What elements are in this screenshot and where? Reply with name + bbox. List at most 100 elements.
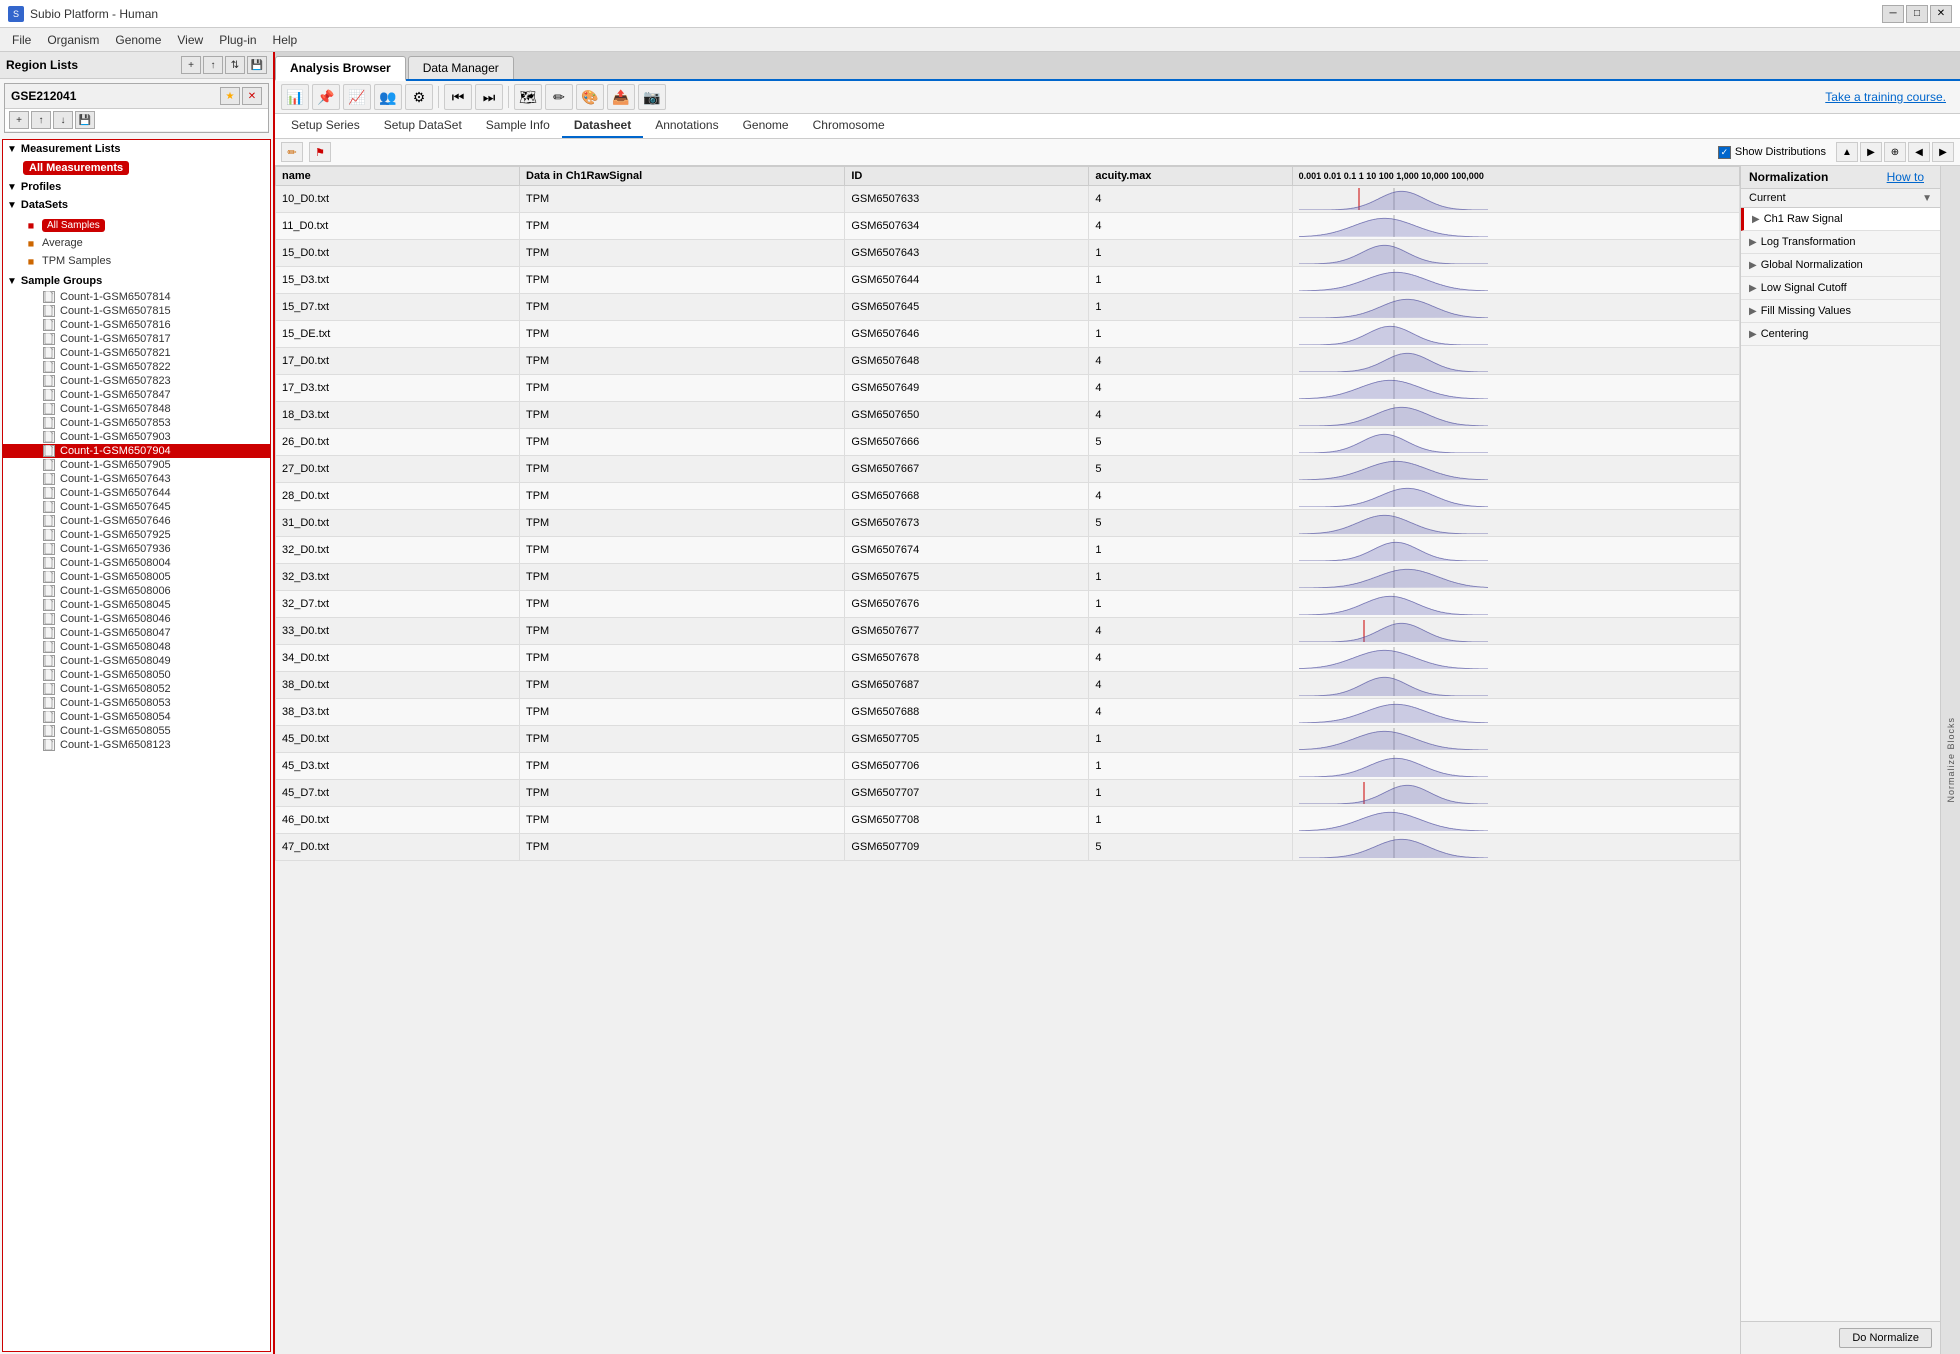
table-row[interactable]: 32_D0.txt TPM GSM6507674 1 xyxy=(276,537,1740,564)
gse-close-button[interactable]: ✕ xyxy=(242,87,262,105)
region-up-button[interactable]: ↑ xyxy=(203,56,223,74)
sample-item[interactable]: Count-1-GSM6507643 xyxy=(3,472,270,486)
table-row[interactable]: 31_D0.txt TPM GSM6507673 5 xyxy=(276,510,1740,537)
sample-item[interactable]: Count-1-GSM6507936 xyxy=(3,542,270,556)
table-row[interactable]: 32_D3.txt TPM GSM6507675 1 xyxy=(276,564,1740,591)
region-lists-toolbar[interactable]: + ↑ ⇅ 💾 xyxy=(181,56,267,74)
norm-dropdown[interactable]: ▼ xyxy=(1922,193,1932,204)
sample-item[interactable]: Count-1-GSM6508046 xyxy=(3,612,270,626)
howto-link[interactable]: Take a training course. xyxy=(1825,90,1954,104)
gse-down-btn[interactable]: ↓ xyxy=(53,111,73,129)
table-row[interactable]: 11_D0.txt TPM GSM6507634 4 xyxy=(276,213,1740,240)
table-row[interactable]: 15_D7.txt TPM GSM6507645 1 xyxy=(276,294,1740,321)
tab-data-manager[interactable]: Data Manager xyxy=(408,56,514,79)
menu-help[interactable]: Help xyxy=(265,31,306,49)
table-row[interactable]: 33_D0.txt TPM GSM6507677 4 xyxy=(276,618,1740,645)
sample-item[interactable]: Count-1-GSM6508055 xyxy=(3,724,270,738)
sample-item[interactable]: Count-1-GSM6508053 xyxy=(3,696,270,710)
average-item[interactable]: ◼ Average xyxy=(19,234,266,252)
toolbar-export-btn[interactable]: 📤 xyxy=(607,84,635,110)
gse-star-button[interactable]: ★ xyxy=(220,87,240,105)
toolbar-nav-first[interactable]: ⏮ xyxy=(444,84,472,110)
sample-item[interactable]: Count-1-GSM6507903 xyxy=(3,430,270,444)
dist-nav-right2[interactable]: ▶ xyxy=(1932,142,1954,162)
subtab-annotations[interactable]: Annotations xyxy=(643,114,730,138)
toolbar-analysis-btn[interactable]: 📊 xyxy=(281,84,309,110)
region-save-button[interactable]: 💾 xyxy=(247,56,267,74)
sample-item[interactable]: Count-1-GSM6508048 xyxy=(3,640,270,654)
do-normalize-button[interactable]: Do Normalize xyxy=(1839,1328,1932,1348)
sample-item[interactable]: Count-1-GSM6507646 xyxy=(3,514,270,528)
profiles-section[interactable]: ▼ Profiles xyxy=(3,178,270,196)
sample-item[interactable]: Count-1-GSM6507848 xyxy=(3,402,270,416)
dist-nav-up[interactable]: ▲ xyxy=(1836,142,1858,162)
edit-btn[interactable]: ✏ xyxy=(281,142,303,162)
norm-item[interactable]: ▶ Global Normalization xyxy=(1741,254,1940,277)
norm-howto-link[interactable]: How to xyxy=(1887,170,1932,184)
menu-organism[interactable]: Organism xyxy=(39,31,107,49)
sample-item[interactable]: Count-1-GSM6508047 xyxy=(3,626,270,640)
dist-nav-right[interactable]: ▶ xyxy=(1860,142,1882,162)
sample-item[interactable]: Count-1-GSM6507821 xyxy=(3,346,270,360)
sample-item[interactable]: Count-1-GSM6508049 xyxy=(3,654,270,668)
menu-genome[interactable]: Genome xyxy=(107,31,169,49)
sample-item[interactable]: Count-1-GSM6507817 xyxy=(3,332,270,346)
sample-item[interactable]: Count-1-GSM6507815 xyxy=(3,304,270,318)
subtab-chromosome[interactable]: Chromosome xyxy=(801,114,897,138)
menu-file[interactable]: File xyxy=(4,31,39,49)
table-row[interactable]: 38_D0.txt TPM GSM6507687 4 xyxy=(276,672,1740,699)
sample-item[interactable]: Count-1-GSM6508004 xyxy=(3,556,270,570)
region-add-button[interactable]: + xyxy=(181,56,201,74)
toolbar-chart-btn[interactable]: 📈 xyxy=(343,84,371,110)
table-row[interactable]: 45_D0.txt TPM GSM6507705 1 xyxy=(276,726,1740,753)
table-row[interactable]: 18_D3.txt TPM GSM6507650 4 xyxy=(276,402,1740,429)
sample-item[interactable]: Count-1-GSM6508045 xyxy=(3,598,270,612)
all-measurements-badge[interactable]: All Measurements xyxy=(23,161,129,175)
maximize-button[interactable]: □ xyxy=(1906,5,1928,23)
norm-item[interactable]: ▶ Fill Missing Values xyxy=(1741,300,1940,323)
table-row[interactable]: 17_D0.txt TPM GSM6507648 4 xyxy=(276,348,1740,375)
sample-item[interactable]: Count-1-GSM6507814 xyxy=(3,290,270,304)
norm-item[interactable]: ▶ Centering xyxy=(1741,323,1940,346)
toolbar-heatmap-btn[interactable]: 🗺 xyxy=(514,84,542,110)
subtab-datasheet[interactable]: Datasheet xyxy=(562,114,643,138)
title-bar-controls[interactable]: ─ □ ✕ xyxy=(1882,5,1952,23)
tab-analysis-browser[interactable]: Analysis Browser xyxy=(275,56,406,81)
toolbar-camera-btn[interactable]: 📷 xyxy=(638,84,666,110)
subtab-setup-dataset[interactable]: Setup DataSet xyxy=(372,114,474,138)
sample-item[interactable]: Count-1-GSM6507853 xyxy=(3,416,270,430)
table-row[interactable]: 15_D3.txt TPM GSM6507644 1 xyxy=(276,267,1740,294)
norm-item[interactable]: ▶ Log Transformation xyxy=(1741,231,1940,254)
subtab-sample-info[interactable]: Sample Info xyxy=(474,114,562,138)
show-distributions-checkbox[interactable]: ✓ xyxy=(1718,146,1731,159)
subtab-setup-series[interactable]: Setup Series xyxy=(279,114,372,138)
norm-item[interactable]: ▶ Ch1 Raw Signal xyxy=(1741,208,1940,231)
close-button[interactable]: ✕ xyxy=(1930,5,1952,23)
sample-item[interactable]: Count-1-GSM6508005 xyxy=(3,570,270,584)
table-row[interactable]: 10_D0.txt TPM GSM6507633 4 xyxy=(276,186,1740,213)
table-row[interactable]: 46_D0.txt TPM GSM6507708 1 xyxy=(276,807,1740,834)
tpm-samples-item[interactable]: ◼ TPM Samples xyxy=(19,252,266,270)
sample-item[interactable]: Count-1-GSM6507847 xyxy=(3,388,270,402)
all-samples-badge[interactable]: All Samples xyxy=(42,219,105,232)
sample-item[interactable]: Count-1-GSM6507823 xyxy=(3,374,270,388)
measurement-lists-section[interactable]: ▼ Measurement Lists xyxy=(3,140,270,158)
distribution-nav[interactable]: ▲ ▶ ⊕ ◀ ▶ xyxy=(1836,142,1954,162)
toolbar-group-btn[interactable]: 👥 xyxy=(374,84,402,110)
flag-btn[interactable]: ⚑ xyxy=(309,142,331,162)
table-row[interactable]: 17_D3.txt TPM GSM6507649 4 xyxy=(276,375,1740,402)
gse-controls[interactable]: ★ ✕ xyxy=(220,87,262,105)
sample-item[interactable]: Count-1-GSM6507904 xyxy=(3,444,270,458)
toolbar-pen-btn[interactable]: ✏ xyxy=(545,84,573,110)
gse-toolbar[interactable]: + ↑ ↓ 💾 xyxy=(5,109,268,132)
menu-plugin[interactable]: Plug-in xyxy=(211,31,264,49)
table-row[interactable]: 47_D0.txt TPM GSM6507709 5 xyxy=(276,834,1740,861)
toolbar-nav-prev[interactable]: ⏭ xyxy=(475,84,503,110)
datasets-section[interactable]: ▼ DataSets xyxy=(3,196,270,214)
sample-item[interactable]: Count-1-GSM6507816 xyxy=(3,318,270,332)
region-sort-button[interactable]: ⇅ xyxy=(225,56,245,74)
table-row[interactable]: 45_D3.txt TPM GSM6507706 1 xyxy=(276,753,1740,780)
sample-item[interactable]: Count-1-GSM6507644 xyxy=(3,486,270,500)
sample-item[interactable]: Count-1-GSM6508054 xyxy=(3,710,270,724)
toolbar-palette-btn[interactable]: 🎨 xyxy=(576,84,604,110)
